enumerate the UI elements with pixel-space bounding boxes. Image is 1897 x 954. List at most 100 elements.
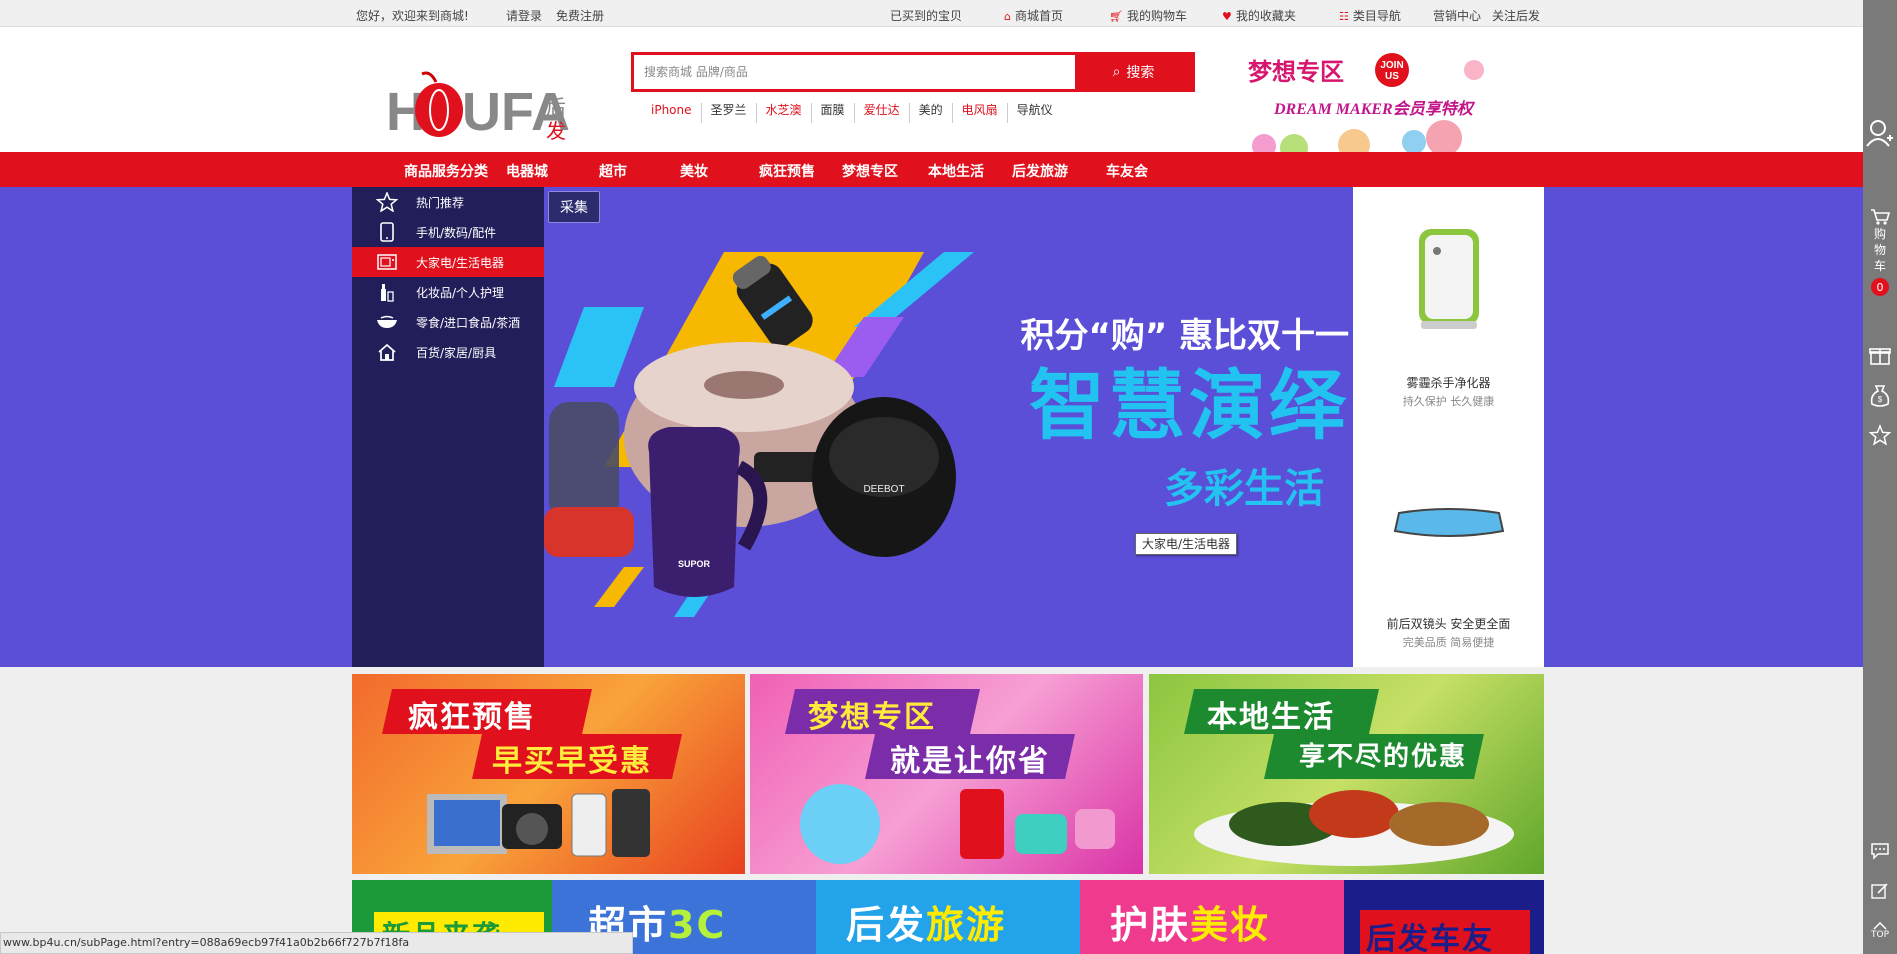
heart-icon: ♥ [1222,10,1232,23]
back-to-top-button[interactable]: TOP [1863,922,1897,940]
promo-tile-presale[interactable]: 疯狂预售 早买早受惠 [352,674,745,874]
nav-item[interactable]: 超市 [599,161,627,181]
star-icon [374,192,400,212]
browser-status-bar: www.bp4u.cn/subPage.html?entry=088a69ecb… [0,932,633,954]
hot-word-link[interactable]: 美的 [908,103,952,123]
category-label: 零食/进口食品/茶酒 [416,315,521,330]
svg-text:JOIN: JOIN [1380,60,1403,71]
category-item[interactable]: 百货/家居/厨具 [352,337,544,367]
bowl-icon [374,315,400,329]
dashcam-mirror-image[interactable] [1393,507,1505,541]
cart-label: 购物车 [1873,227,1886,273]
home-link[interactable]: ⌂ 商城首页 [1004,7,1063,24]
nav-item[interactable]: 疯狂预售 [759,161,815,181]
category-item[interactable]: 热门推荐 [352,187,544,217]
hot-word-link[interactable]: 水芝澳 [755,103,811,123]
svg-text:梦想专区: 梦想专区 [1248,58,1344,86]
nav-item[interactable]: 电器城 [506,161,548,181]
hot-word-link[interactable]: 面膜 [810,103,854,123]
feedback-button[interactable] [1863,882,1897,900]
right-sidebar: 购物车 0 $ TOP [1863,0,1897,954]
product-subtitle: 持久保护 长久健康 [1402,395,1495,408]
login-link[interactable]: 请登录 [506,7,542,24]
marketing-link[interactable]: 营销中心 [1433,7,1481,24]
collect-button[interactable]: 采集 [548,191,600,223]
nav-item[interactable]: 后发旅游 [1012,161,1068,181]
star-icon [1869,424,1891,446]
nav-item[interactable]: 车友会 [1106,161,1148,181]
svg-text:DEEBOT: DEEBOT [863,484,904,495]
sidebar-cart-button[interactable]: 购物车 0 [1863,208,1897,296]
follow-link[interactable]: 关注后发 [1492,7,1540,24]
purchased-link[interactable]: 已买到的宝贝 [890,7,962,24]
svg-text:$: $ [1878,395,1883,404]
hot-word-link[interactable]: 爱仕达 [853,103,909,123]
cosmetics-icon [374,282,400,302]
air-purifier-image[interactable] [1417,229,1481,329]
category-item[interactable]: 大家电/生活电器 [352,247,544,277]
appliance-icon [374,254,400,270]
category-label: 热门推荐 [416,195,465,210]
product-title[interactable]: 雾霾杀手净化器 [1353,374,1544,391]
arrow-up-icon [1873,922,1887,930]
hero-banner[interactable]: DEEBOT SUPOR 积分“购” 惠比双十一 智慧演绎 多彩生活 [544,187,1353,667]
gift-icon [1869,348,1891,365]
cart-link[interactable]: 🛒︎ 我的购物车 [1109,7,1187,24]
svg-text:智慧演绎: 智慧演绎 [1029,361,1349,450]
cart-count-badge: 0 [1871,278,1889,296]
sidebar-favorites-button[interactable] [1863,424,1897,446]
svg-text:多彩生活: 多彩生活 [1164,466,1324,512]
hot-words: iPhone 圣罗兰 水芝澳 面膜 爱仕达 美的 电风扇 导航仪 [644,103,1062,123]
home-icon [374,343,400,361]
favorites-link[interactable]: ♥ 我的收藏夹 [1222,7,1296,24]
dream-zone-banner[interactable]: 梦想专区 JOIN US DREAM MAKER会员享特权 [1234,50,1486,156]
nav-item[interactable]: 梦想专区 [842,161,898,181]
welcome-text: 您好，欢迎来到商城! [356,9,469,23]
category-item[interactable]: 零食/进口食品/茶酒 [352,307,544,337]
hot-word-link[interactable]: 导航仪 [1006,103,1062,123]
main-nav: 商品服务分类 电器城 超市 美妆 疯狂预售 梦想专区 本地生活 后发旅游 车友会 [0,152,1863,187]
category-label: 百货/家居/厨具 [416,345,497,360]
gift-button[interactable] [1863,344,1897,366]
svg-text:积分“购” 惠比双十一: 积分“购” 惠比双十一 [1020,316,1349,356]
svg-text:发: 发 [546,119,566,143]
houfa-logo[interactable]: H UFA 后 发 [386,52,570,160]
nav-item[interactable]: 美妆 [680,161,708,181]
category-nav-link[interactable]: ☷ 类目导航 [1339,7,1401,24]
phone-icon [374,222,400,242]
chat-button[interactable] [1863,842,1897,860]
category-label: 手机/数码/配件 [416,225,497,240]
cart-icon: 🛒︎ [1109,10,1123,23]
hot-word-link[interactable]: 圣罗兰 [700,103,756,123]
nav-all-categories[interactable]: 商品服务分类 [404,161,488,181]
edit-icon [1871,883,1888,899]
promo-tile-dream-zone[interactable]: 梦想专区 就是让你省 [750,674,1143,874]
search-box: ⌕ 搜索 [631,52,1195,92]
svg-text:US: US [1385,71,1399,82]
promo-tile-beauty[interactable]: 护肤美妆 [1080,880,1344,954]
home-icon: ⌂ [1004,10,1011,23]
nav-item[interactable]: 本地生活 [928,161,984,181]
header: H UFA 后 发 ⌕ 搜索 iPhone圣罗兰水芝澳面膜爱仕达美的电风扇导航仪… [0,28,1863,156]
search-input[interactable] [634,55,1075,89]
category-label: 化妆品/个人护理 [416,285,505,300]
svg-text:SUPOR: SUPOR [678,559,711,569]
category-item[interactable]: 手机/数码/配件 [352,217,544,247]
category-menu: 热门推荐手机/数码/配件 大家电/生活电器 化妆品/个人护理零食/进口食品/茶酒 百货… [352,187,544,667]
account-button[interactable] [1863,118,1897,148]
promo-tile-car-club[interactable]: 后发车友 [1344,880,1544,954]
category-item[interactable]: 化妆品/个人护理 [352,277,544,307]
category-label: 大家电/生活电器 [416,255,505,270]
search-button[interactable]: ⌕ 搜索 [1075,55,1192,89]
svg-text:DREAM MAKER会员享特权: DREAM MAKER会员享特权 [1273,100,1476,118]
promo-tile-travel[interactable]: 后发旅游 [816,880,1080,954]
wallet-button[interactable]: $ [1863,384,1897,408]
hot-word-link[interactable]: 电风扇 [951,103,1007,123]
promo-tile-local-life[interactable]: 本地生活 享不尽的优惠 [1149,674,1544,874]
side-products-panel: 雾霾杀手净化器 持久保护 长久健康 前后双镜头 安全更全面 完美品质 简易便捷 [1353,187,1544,667]
register-link[interactable]: 免费注册 [556,7,604,24]
product-title[interactable]: 前后双镜头 安全更全面 [1353,615,1544,632]
hot-word-link[interactable]: iPhone [644,103,701,123]
top-bar: 您好，欢迎来到商城! 请登录 免费注册 已买到的宝贝 ⌂ 商城首页 🛒︎ 我的购物车… [0,0,1863,27]
user-icon [1866,120,1893,147]
